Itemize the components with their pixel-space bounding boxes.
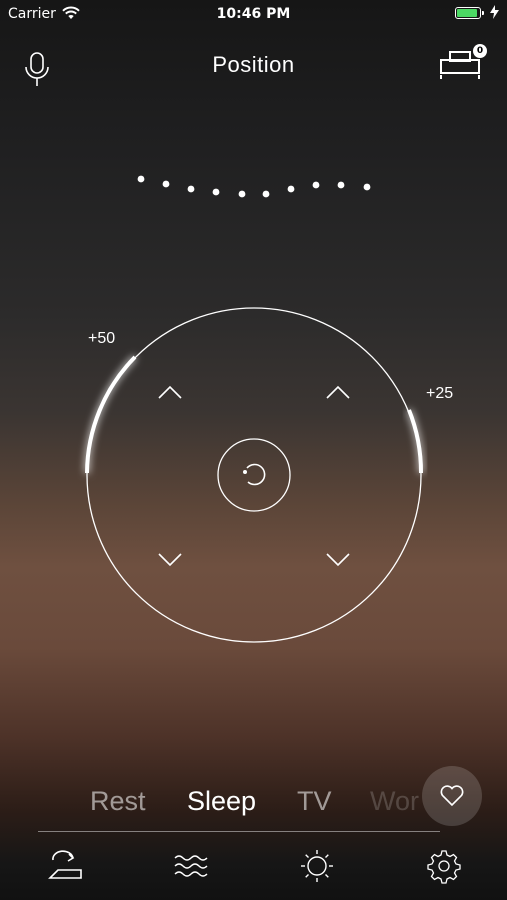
tab-position[interactable] xyxy=(40,846,90,886)
tab-light[interactable] xyxy=(292,846,342,886)
mode-sleep[interactable]: Sleep xyxy=(187,786,256,817)
foot-down-button[interactable] xyxy=(313,538,363,578)
gear-icon xyxy=(427,850,461,884)
head-down-button[interactable] xyxy=(145,538,195,578)
position-dot xyxy=(262,190,270,198)
position-dot xyxy=(312,181,320,189)
foot-level-label: +25 xyxy=(426,385,454,402)
position-dial: +50 +25 xyxy=(0,290,507,670)
bed-badge: 0 xyxy=(473,44,487,58)
favorite-button[interactable] xyxy=(422,766,482,826)
position-dot xyxy=(287,185,295,193)
clock: 10:46 PM xyxy=(216,6,291,22)
battery-icon xyxy=(455,7,484,19)
nav-header: Position 0 xyxy=(0,40,507,90)
sun-icon xyxy=(301,850,333,882)
mode-tv[interactable]: TV xyxy=(297,786,332,817)
mode-work[interactable]: Wor xyxy=(370,786,419,817)
mode-rest[interactable]: Rest xyxy=(90,786,146,817)
position-dot xyxy=(162,180,170,188)
position-dot xyxy=(187,185,195,193)
position-dot xyxy=(337,181,345,189)
divider xyxy=(38,831,440,832)
tab-settings[interactable] xyxy=(419,846,469,886)
position-dot xyxy=(137,175,145,183)
foot-level-arc xyxy=(407,409,424,474)
position-dot xyxy=(212,188,220,196)
reset-button[interactable] xyxy=(217,438,291,512)
bed-button[interactable]: 0 xyxy=(439,44,487,84)
page-title: Position xyxy=(212,52,295,77)
foot-up-button[interactable] xyxy=(313,375,363,415)
tab-bar xyxy=(0,840,507,900)
heart-icon xyxy=(440,785,464,807)
position-indicator xyxy=(0,150,507,220)
head-level-arc xyxy=(85,355,137,474)
tab-massage[interactable] xyxy=(166,846,216,886)
head-level-label: +50 xyxy=(88,330,116,347)
status-bar: Carrier 10:46 PM xyxy=(0,0,507,28)
position-icon xyxy=(48,850,82,879)
position-dot xyxy=(363,183,371,191)
head-up-button[interactable] xyxy=(145,375,195,415)
waves-icon xyxy=(174,855,208,877)
charging-icon xyxy=(490,5,499,23)
position-dot xyxy=(238,190,246,198)
